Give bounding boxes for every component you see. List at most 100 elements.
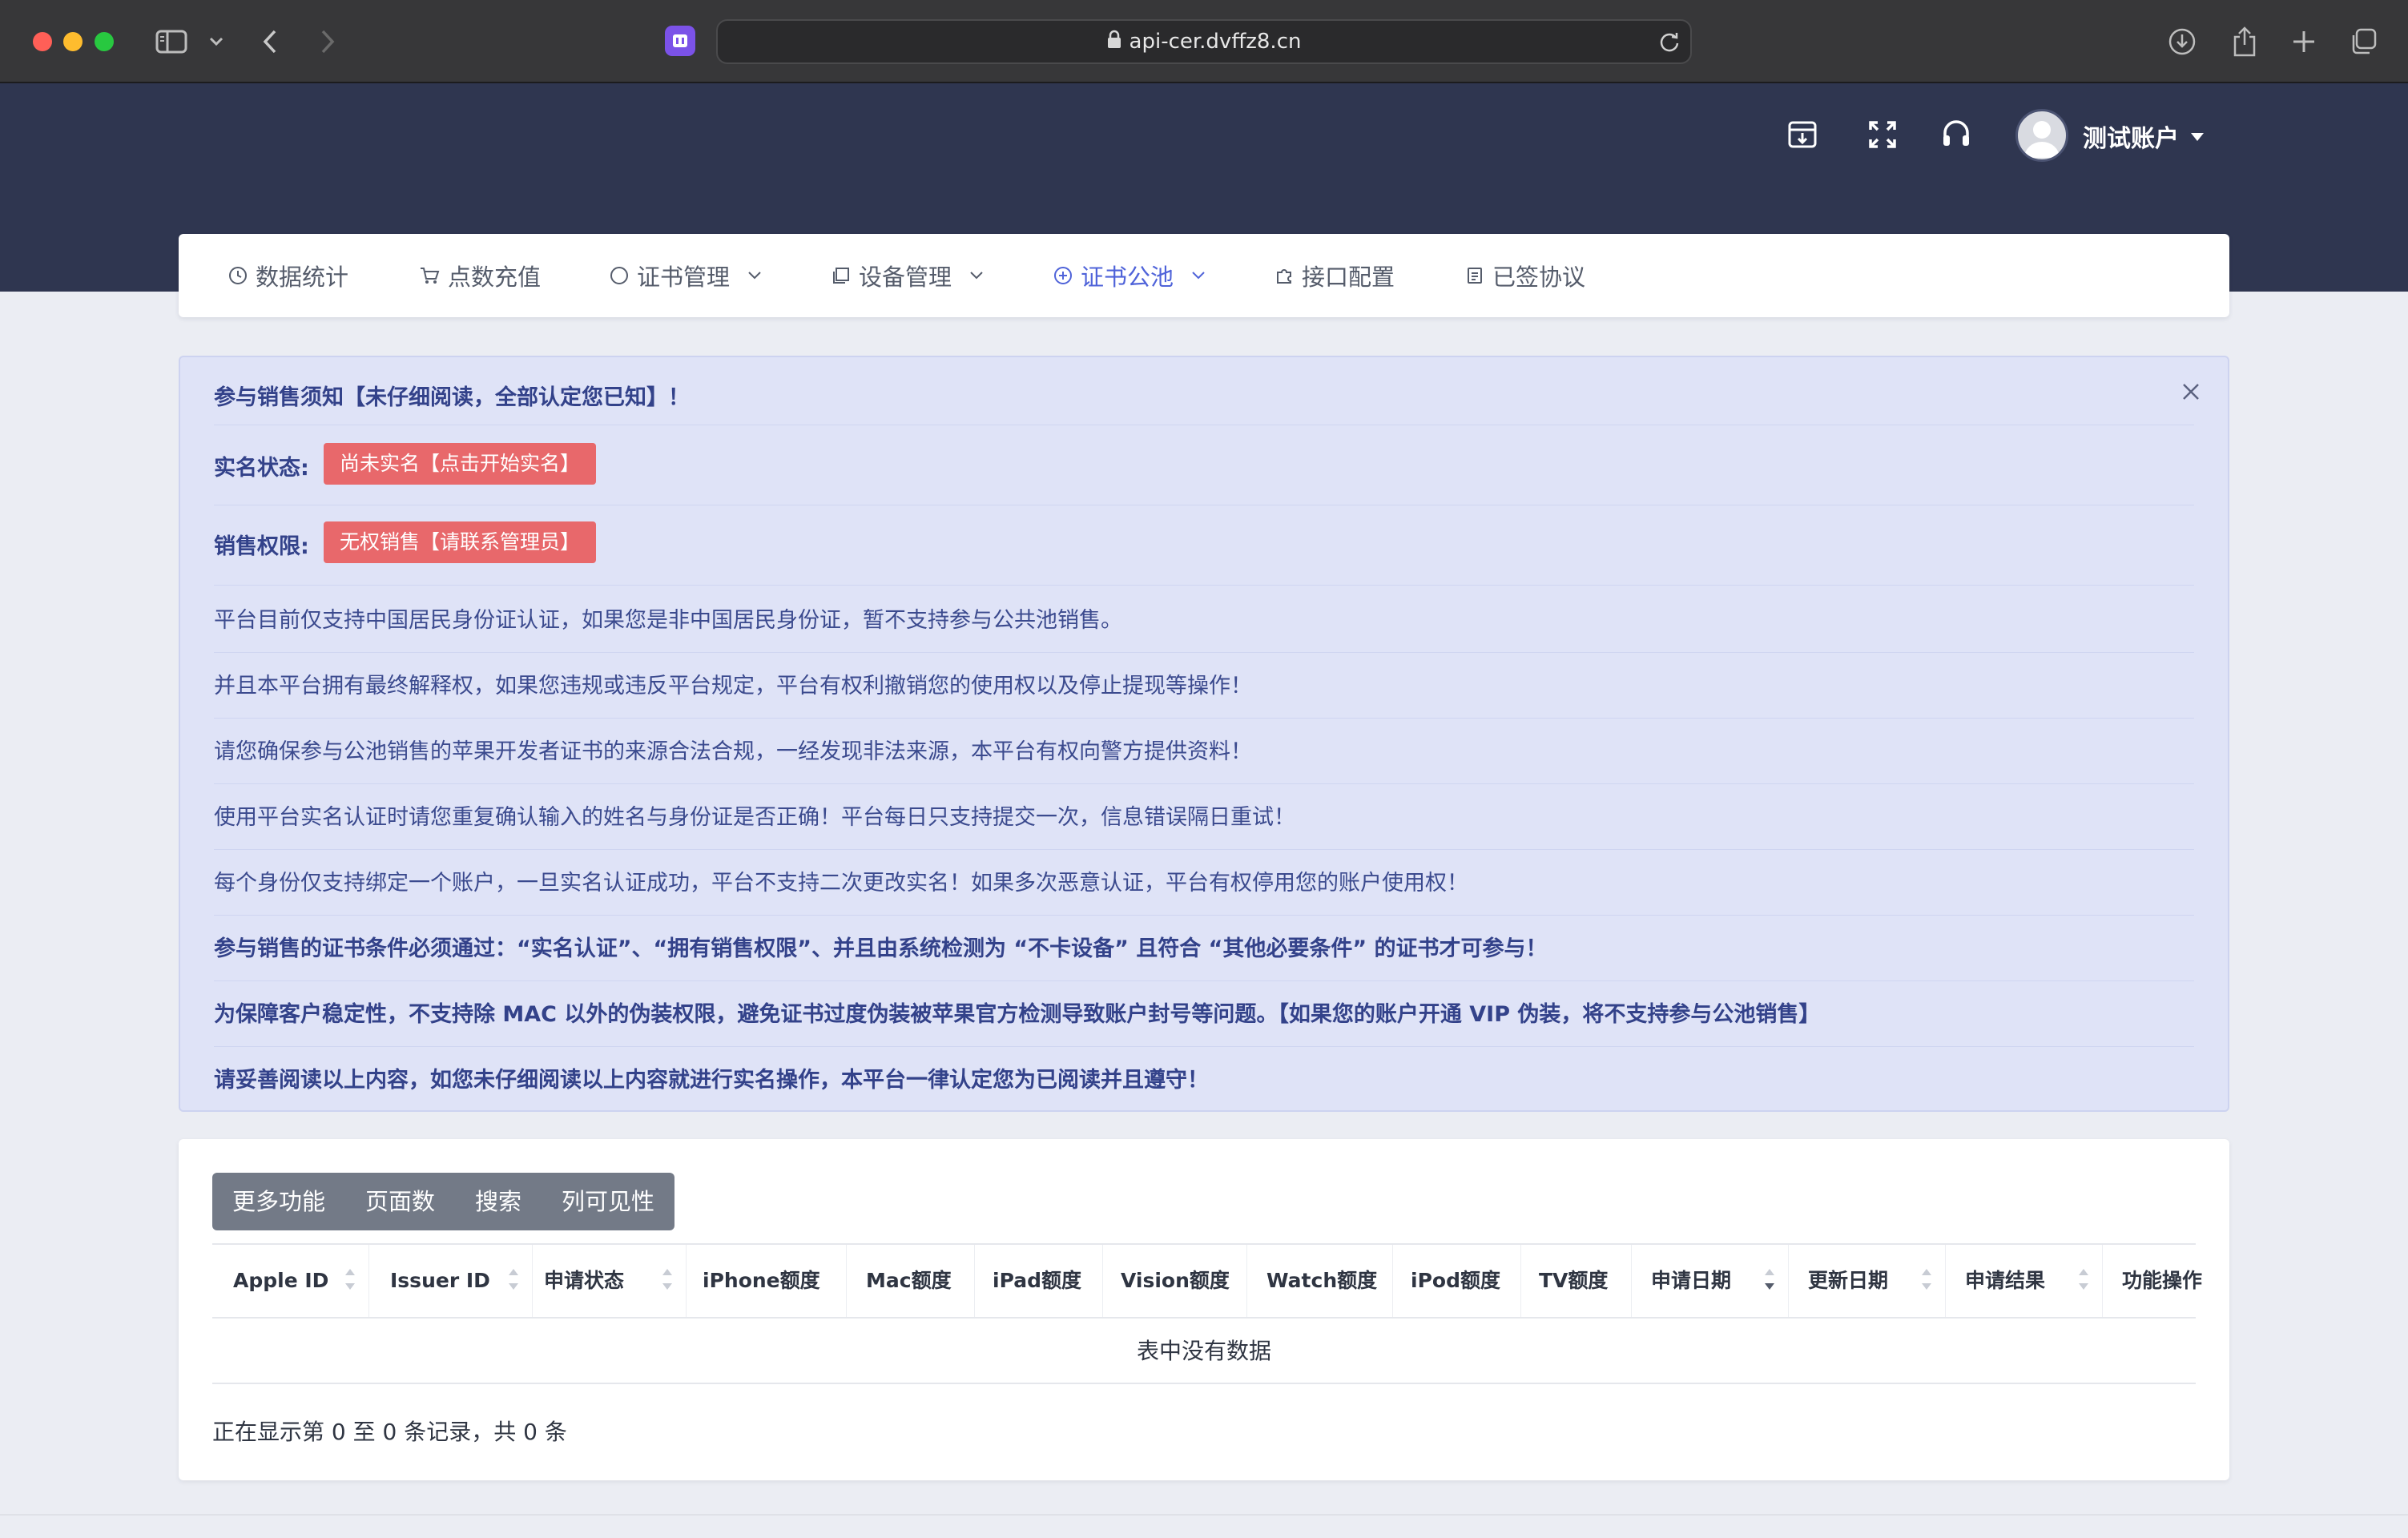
divider <box>214 980 2194 981</box>
nav-item-label: 已签协议 <box>1492 264 1586 291</box>
column-header[interactable]: Mac额度 <box>847 1245 975 1317</box>
extension-icon[interactable] <box>665 26 695 56</box>
notice-line: 参与销售的证书条件必须通过：“实名认证”、“拥有销售权限”、并且由系统检测为 “… <box>214 936 1548 961</box>
sidebar-toggle-icon[interactable] <box>154 24 189 59</box>
nav-item-label: 设备管理 <box>859 264 952 291</box>
share-icon[interactable] <box>2227 24 2262 59</box>
nav-item-cert-management[interactable]: 证书管理 <box>610 234 762 317</box>
nav-item-signed-agreements[interactable]: 已签协议 <box>1465 234 1585 317</box>
plus-circle-icon <box>1053 266 1073 285</box>
chevron-down-icon <box>1191 271 1206 280</box>
nav-item-label: 接口配置 <box>1302 264 1395 291</box>
archive-download-icon[interactable] <box>1785 117 1820 152</box>
column-header[interactable]: iPad额度 <box>975 1245 1103 1317</box>
chevron-down-icon <box>969 271 984 280</box>
divider <box>214 585 2194 586</box>
realname-status-badge[interactable]: 尚未实名【点击开始实名】 <box>324 443 597 485</box>
notice-line: 使用平台实名认证时请您重复确认输入的姓名与身份证是否正确！平台每日只支持提交一次… <box>214 805 1295 830</box>
notice-line: 请您确保参与公池销售的苹果开发者证书的来源合法合规，一经发现非法来源，本平台有权… <box>214 739 1252 764</box>
search-button[interactable]: 搜索 <box>455 1173 542 1230</box>
sort-icon <box>660 1269 674 1293</box>
nav-item-device-management[interactable]: 设备管理 <box>832 234 984 317</box>
chevron-down-icon <box>747 271 762 280</box>
close-icon[interactable] <box>2180 381 2201 405</box>
more-functions-button[interactable]: 更多功能 <box>212 1173 345 1230</box>
lock-icon <box>1107 22 1121 63</box>
sort-icon <box>2076 1269 2091 1293</box>
sort-icon <box>506 1269 521 1293</box>
notice-line: 平台目前仅支持中国居民身份证认证，如果您是非中国居民身份证，暂不支持参与公共池销… <box>214 608 1122 633</box>
sales-permission-badge[interactable]: 无权销售【请联系管理员】 <box>324 521 597 563</box>
divider <box>0 1514 2408 1516</box>
table-header: Apple ID Issuer ID 申请状态 iPhone额度 Mac额度 i… <box>212 1243 2202 1319</box>
column-header[interactable]: 申请日期 <box>1632 1245 1789 1317</box>
cart-icon <box>419 266 440 285</box>
avatar[interactable] <box>2015 109 2068 162</box>
column-visibility-button[interactable]: 列可见性 <box>542 1173 674 1230</box>
column-header[interactable]: iPhone额度 <box>687 1245 847 1317</box>
divider <box>214 718 2194 719</box>
divider <box>214 652 2194 653</box>
main-nav: 数据统计 点数充值 证书管理 设备管理 证书公池 接口配置 已签协议 <box>179 234 2229 317</box>
nav-item-recharge[interactable]: 点数充值 <box>419 234 541 317</box>
sort-desc-icon <box>1762 1269 1777 1293</box>
forward-icon[interactable] <box>316 24 340 59</box>
notice-line: 并且本平台拥有最终解释权，如果您违规或违反平台规定，平台有权利撤销您的使用权以及… <box>214 674 1252 699</box>
notice-title: 参与销售须知【未仔细阅读，全部认定您已知】！ <box>214 385 690 410</box>
realname-status-label: 实名状态: <box>214 456 309 481</box>
headset-support-icon[interactable] <box>1939 117 1974 152</box>
column-header[interactable]: Issuer ID <box>369 1245 533 1317</box>
table-info: 正在显示第 0 至 0 条记录，共 0 条 <box>212 1419 567 1445</box>
download-icon[interactable] <box>2164 24 2200 59</box>
nav-item-label: 证书管理 <box>637 264 731 291</box>
divider <box>214 849 2194 850</box>
column-header[interactable]: TV额度 <box>1521 1245 1632 1317</box>
sales-permission-label: 销售权限: <box>214 534 309 559</box>
column-header[interactable]: Watch额度 <box>1247 1245 1393 1317</box>
column-header[interactable]: Vision额度 <box>1103 1245 1247 1317</box>
fullscreen-icon[interactable] <box>1865 117 1900 152</box>
account-name[interactable]: 测试账户 <box>2083 119 2179 154</box>
notice-line: 为保障客户稳定性，不支持除 MAC 以外的伪装权限，避免证书过度伪装被苹果官方检… <box>214 1002 1821 1027</box>
column-header[interactable]: 申请结果 <box>1946 1245 2103 1317</box>
close-window-button[interactable] <box>33 32 52 51</box>
divider <box>214 1046 2194 1047</box>
minimize-window-button[interactable] <box>63 32 83 51</box>
address-bar[interactable]: api-cer.dvffz8.cn <box>716 19 1692 64</box>
notice-line: 每个身份仅支持绑定一个账户，一旦实名认证成功，平台不支持二次更改实名！如果多次恶… <box>214 871 1468 896</box>
clock-icon <box>228 266 248 285</box>
tab-overview-icon[interactable] <box>2346 24 2381 59</box>
nav-item-label: 数据统计 <box>256 264 349 291</box>
url-text: api-cer.dvffz8.cn <box>1129 30 1302 54</box>
sort-icon <box>343 1269 357 1293</box>
nav-item-label: 证书公池 <box>1081 264 1174 291</box>
column-header[interactable]: 功能操作 <box>2103 1245 2202 1317</box>
nav-item-label: 点数充值 <box>448 264 542 291</box>
caret-down-icon[interactable] <box>2190 130 2205 145</box>
back-icon[interactable] <box>258 24 282 59</box>
document-icon <box>1465 266 1484 285</box>
column-header[interactable]: 更新日期 <box>1789 1245 1946 1317</box>
page-length-button[interactable]: 页面数 <box>345 1173 455 1230</box>
zoom-window-button[interactable] <box>95 32 114 51</box>
chevron-down-icon[interactable] <box>207 24 226 59</box>
column-header[interactable]: 申请状态 <box>533 1245 687 1317</box>
nav-item-data-stats[interactable]: 数据统计 <box>228 234 348 317</box>
column-header[interactable]: Apple ID <box>212 1245 369 1317</box>
cert-pool-table-card: 更多功能 页面数 搜索 列可见性 Apple ID Issuer ID 申请状态… <box>179 1139 2229 1480</box>
table-toolbar: 更多功能 页面数 搜索 列可见性 <box>212 1173 675 1230</box>
divider <box>214 783 2194 784</box>
circle-icon <box>610 266 629 285</box>
new-tab-icon[interactable] <box>2286 24 2321 59</box>
sort-icon <box>1919 1269 1934 1293</box>
nav-item-api-config[interactable]: 接口配置 <box>1274 234 1395 317</box>
puzzle-icon <box>1274 266 1294 285</box>
nav-item-cert-pool[interactable]: 证书公池 <box>1053 234 1206 317</box>
reload-icon[interactable] <box>1658 30 1681 56</box>
column-header[interactable]: iPod额度 <box>1393 1245 1521 1317</box>
notice-line: 请妥善阅读以上内容，如您未仔细阅读以上内容就进行实名操作，本平台一律认定您为已阅… <box>214 1068 1209 1093</box>
browser-toolbar: api-cer.dvffz8.cn <box>0 0 2408 83</box>
device-icon <box>832 266 851 285</box>
divider <box>214 915 2194 916</box>
empty-table-message: 表中没有数据 <box>212 1319 2196 1384</box>
